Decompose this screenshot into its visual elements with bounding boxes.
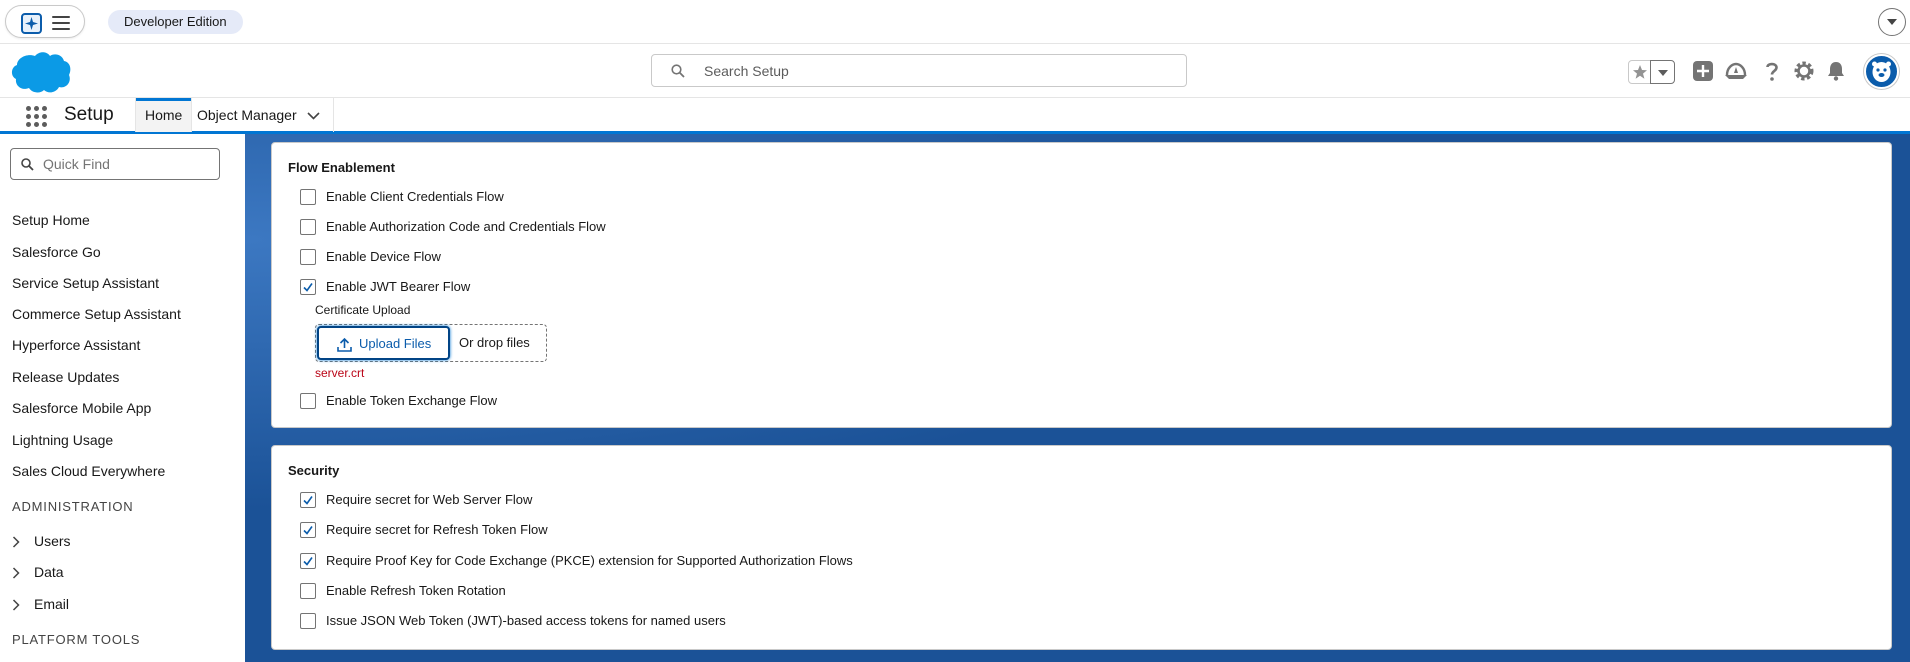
- user-avatar[interactable]: [1864, 54, 1899, 89]
- content-area: Flow Enablement Enable Client Credential…: [245, 134, 1910, 662]
- chevron-right-icon: [12, 567, 20, 579]
- checkbox[interactable]: [300, 219, 316, 235]
- checkmark-icon: [303, 557, 313, 566]
- option-label: Require Proof Key for Code Exchange (PKC…: [326, 553, 853, 568]
- option-label: Enable JWT Bearer Flow: [326, 279, 471, 294]
- astro-avatar-icon: [1872, 61, 1891, 82]
- setup-sidebar: Setup Home Salesforce Go Service Setup A…: [0, 134, 245, 662]
- sidebar-item-salesforce-mobile-app[interactable]: Salesforce Mobile App: [12, 400, 151, 416]
- favorites-group: [1628, 60, 1675, 84]
- checkbox[interactable]: [300, 189, 316, 205]
- hamburger-menu-icon[interactable]: [52, 16, 70, 30]
- drop-files-text: Or drop files: [459, 335, 530, 350]
- checkmark-icon: [303, 283, 313, 292]
- sidebar-item-commerce-setup-assistant[interactable]: Commerce Setup Assistant: [12, 306, 181, 322]
- sidebar-section-platform-tools: PLATFORM TOOLS: [12, 632, 141, 647]
- sidebar-item-email-label: Email: [34, 596, 70, 612]
- sidebar-item-lightning-usage[interactable]: Lightning Usage: [12, 432, 113, 448]
- app-name: Setup: [64, 104, 114, 125]
- chevron-right-icon: [12, 599, 20, 611]
- sidebar-item-data-label: Data: [34, 564, 64, 580]
- option-label: Require secret for Refresh Token Flow: [326, 522, 548, 537]
- option-label: Require secret for Web Server Flow: [326, 492, 533, 507]
- setup-gear-icon[interactable]: [1791, 58, 1817, 84]
- nav-divider: [333, 98, 334, 132]
- help-icon[interactable]: [1759, 58, 1785, 84]
- checkbox[interactable]: [300, 613, 316, 629]
- file-drop-zone[interactable]: Upload Files Or drop files: [315, 324, 547, 362]
- sidebar-item-salesforce-go[interactable]: Salesforce Go: [12, 244, 101, 260]
- quick-find-input[interactable]: [43, 149, 213, 179]
- checkbox-checked[interactable]: [300, 522, 316, 538]
- uploaded-file-name: server.crt: [315, 366, 365, 380]
- setup-search-input[interactable]: [704, 55, 1174, 86]
- sidebar-item-release-updates[interactable]: Release Updates: [12, 369, 119, 385]
- checkbox[interactable]: [300, 249, 316, 265]
- checkbox-checked[interactable]: [300, 279, 316, 295]
- upload-files-label: Upload Files: [359, 336, 432, 351]
- certificate-upload-label: Certificate Upload: [315, 303, 411, 317]
- app-navigation-bar: Setup Home Object Manager: [0, 97, 1910, 134]
- trailhead-guidance-icon[interactable]: [1723, 58, 1749, 84]
- checkbox[interactable]: [300, 393, 316, 409]
- tab-home[interactable]: Home: [135, 98, 193, 132]
- option-label: Enable Device Flow: [326, 249, 441, 264]
- global-header: [0, 44, 1910, 97]
- security-title: Security: [288, 463, 340, 478]
- edition-badge: Developer Edition: [108, 10, 243, 34]
- security-card: Security Require secret for Web Server F…: [271, 445, 1892, 650]
- sidebar-item-sales-cloud-everywhere[interactable]: Sales Cloud Everywhere: [12, 463, 165, 479]
- notifications-bell-icon[interactable]: [1823, 58, 1849, 84]
- app-switcher-pill[interactable]: [5, 5, 85, 38]
- agentforce-icon[interactable]: [21, 13, 42, 34]
- checkbox-checked[interactable]: [300, 553, 316, 569]
- tab-object-manager[interactable]: Object Manager: [188, 98, 329, 132]
- favorites-dropdown-icon[interactable]: [1650, 60, 1675, 84]
- top-bar: Developer Edition: [0, 0, 1910, 44]
- chevron-down-icon[interactable]: [306, 112, 320, 120]
- tab-object-manager-label: Object Manager: [197, 107, 297, 123]
- sidebar-section-administration: ADMINISTRATION: [12, 499, 134, 514]
- checkbox[interactable]: [300, 583, 316, 599]
- flow-enablement-card: Flow Enablement Enable Client Credential…: [271, 142, 1892, 428]
- upload-icon: [337, 337, 352, 352]
- quick-find-box[interactable]: [10, 148, 220, 180]
- option-label: Issue JSON Web Token (JWT)-based access …: [326, 613, 726, 628]
- flow-enablement-title: Flow Enablement: [288, 160, 395, 175]
- sidebar-item-users-label: Users: [34, 533, 71, 549]
- option-label: Enable Authorization Code and Credential…: [326, 219, 606, 234]
- option-label: Enable Client Credentials Flow: [326, 189, 504, 204]
- search-icon: [21, 158, 34, 171]
- option-label: Enable Refresh Token Rotation: [326, 583, 506, 598]
- checkbox-checked[interactable]: [300, 492, 316, 508]
- global-actions-plus-icon[interactable]: [1690, 58, 1716, 84]
- tab-home-label: Home: [145, 107, 183, 123]
- checkmark-icon: [303, 496, 313, 505]
- chevron-right-icon: [12, 536, 20, 548]
- account-menu-button[interactable]: [1878, 8, 1906, 36]
- checkmark-icon: [303, 526, 313, 535]
- sidebar-item-setup-home[interactable]: Setup Home: [12, 212, 90, 228]
- salesforce-logo[interactable]: [10, 50, 72, 94]
- favorites-star-icon[interactable]: [1628, 60, 1651, 84]
- option-label: Enable Token Exchange Flow: [326, 393, 498, 408]
- sidebar-item-service-setup-assistant[interactable]: Service Setup Assistant: [12, 275, 159, 291]
- setup-search-box[interactable]: [651, 54, 1187, 87]
- sidebar-item-hyperforce-assistant[interactable]: Hyperforce Assistant: [12, 337, 140, 353]
- app-launcher-icon[interactable]: [26, 106, 48, 128]
- upload-files-button[interactable]: Upload Files: [317, 326, 450, 360]
- search-icon: [671, 64, 685, 78]
